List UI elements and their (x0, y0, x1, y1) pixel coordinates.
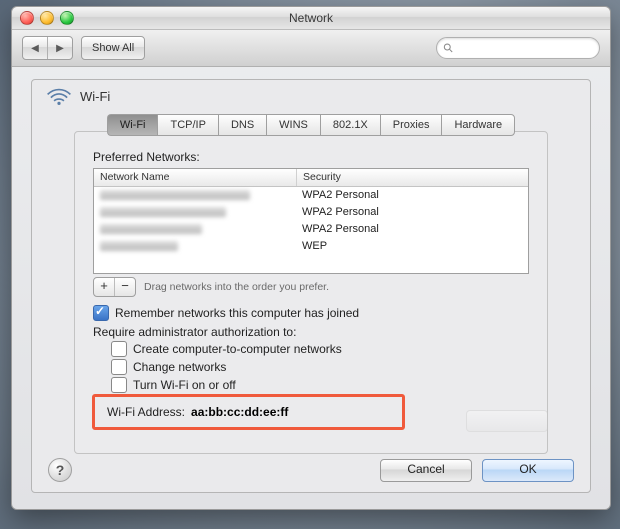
network-security-cell: WPA2 Personal (296, 187, 528, 204)
add-network-button[interactable]: + (94, 278, 115, 296)
network-security-cell: WPA2 Personal (296, 204, 528, 221)
network-name-cell (94, 187, 296, 204)
require-opt-1-checkbox[interactable] (111, 359, 127, 375)
tab-bar: Wi-FiTCP/IPDNSWINS802.1XProxiesHardware (107, 114, 515, 136)
col-security[interactable]: Security (297, 169, 528, 186)
require-opt-2-checkbox[interactable] (111, 377, 127, 393)
require-opt-1-label: Change networks (133, 360, 226, 374)
search-input[interactable] (458, 41, 593, 55)
preferred-networks-table: Network Name Security WPA2 PersonalWPA2 … (93, 168, 529, 274)
network-name-cell (94, 238, 296, 255)
chevron-left-icon: ◀ (31, 43, 39, 54)
ok-button[interactable]: OK (482, 459, 574, 482)
show-all-label: Show All (92, 42, 134, 54)
require-opt-2-label: Turn Wi-Fi on or off (133, 378, 236, 392)
tab-dns[interactable]: DNS (218, 114, 266, 136)
sheet-title: Wi-Fi (80, 89, 110, 104)
table-row[interactable]: WEP (94, 238, 528, 255)
ok-label: OK (519, 462, 536, 476)
forward-button[interactable]: ▶ (48, 37, 72, 59)
cancel-label: Cancel (407, 462, 444, 476)
network-name-cell (94, 204, 296, 221)
sheet-footer: ? Cancel OK (32, 458, 590, 482)
tab-wi-fi[interactable]: Wi-Fi (107, 114, 158, 136)
wifi-icon (46, 86, 72, 106)
preferred-networks-label: Preferred Networks: (93, 150, 529, 164)
require-opt-0-checkbox[interactable] (111, 341, 127, 357)
nav-back-forward: ◀ ▶ (22, 36, 73, 60)
back-button[interactable]: ◀ (23, 37, 48, 59)
traffic-lights (20, 11, 74, 25)
remove-network-button[interactable]: − (115, 278, 135, 296)
tab-wins[interactable]: WINS (266, 114, 320, 136)
zoom-window-button[interactable] (60, 11, 74, 25)
table-row[interactable]: WPA2 Personal (94, 187, 528, 204)
add-remove-control: + − (93, 277, 136, 297)
minimize-window-button[interactable] (40, 11, 54, 25)
tab-proxies[interactable]: Proxies (380, 114, 442, 136)
window-title: Network (289, 11, 333, 25)
table-body: WPA2 PersonalWPA2 PersonalWPA2 PersonalW… (94, 187, 528, 273)
wifi-address-label: Wi-Fi Address: (107, 405, 185, 419)
advanced-button-ghost (466, 410, 548, 432)
preferences-window: Network ◀ ▶ Show All Wi-Fi Wi-FiTCP/IPDN… (11, 6, 611, 510)
network-security-cell: WPA2 Personal (296, 221, 528, 238)
toolbar: ◀ ▶ Show All (12, 30, 610, 67)
wifi-advanced-sheet: Wi-Fi Wi-FiTCP/IPDNSWINS802.1XProxiesHar… (31, 79, 591, 493)
titlebar: Network (12, 7, 610, 30)
network-security-cell: WEP (296, 238, 528, 255)
chevron-right-icon: ▶ (56, 43, 64, 54)
tab-tcp-ip[interactable]: TCP/IP (157, 114, 217, 136)
tab-hardware[interactable]: Hardware (441, 114, 515, 136)
close-window-button[interactable] (20, 11, 34, 25)
help-button[interactable]: ? (48, 458, 72, 482)
require-opt-0-label: Create computer-to-computer networks (133, 342, 342, 356)
cancel-button[interactable]: Cancel (380, 459, 472, 482)
sheet-header: Wi-Fi (32, 80, 590, 114)
tab-802-1x[interactable]: 802.1X (320, 114, 380, 136)
require-admin-label: Require administrator authorization to: (93, 325, 529, 339)
show-all-button[interactable]: Show All (81, 36, 145, 60)
remember-networks-checkbox[interactable] (93, 305, 109, 321)
table-row[interactable]: WPA2 Personal (94, 204, 528, 221)
remember-networks-label: Remember networks this computer has join… (115, 306, 359, 320)
search-field[interactable] (436, 37, 600, 59)
table-header: Network Name Security (94, 169, 528, 187)
drag-hint: Drag networks into the order you prefer. (144, 281, 329, 293)
help-icon: ? (56, 462, 65, 478)
table-row[interactable]: WPA2 Personal (94, 221, 528, 238)
wifi-address-value: aa:bb:cc:dd:ee:ff (191, 405, 288, 419)
col-network-name[interactable]: Network Name (94, 169, 297, 186)
search-icon (443, 42, 454, 54)
wifi-address-highlight: Wi-Fi Address: aa:bb:cc:dd:ee:ff (92, 394, 405, 430)
network-name-cell (94, 221, 296, 238)
